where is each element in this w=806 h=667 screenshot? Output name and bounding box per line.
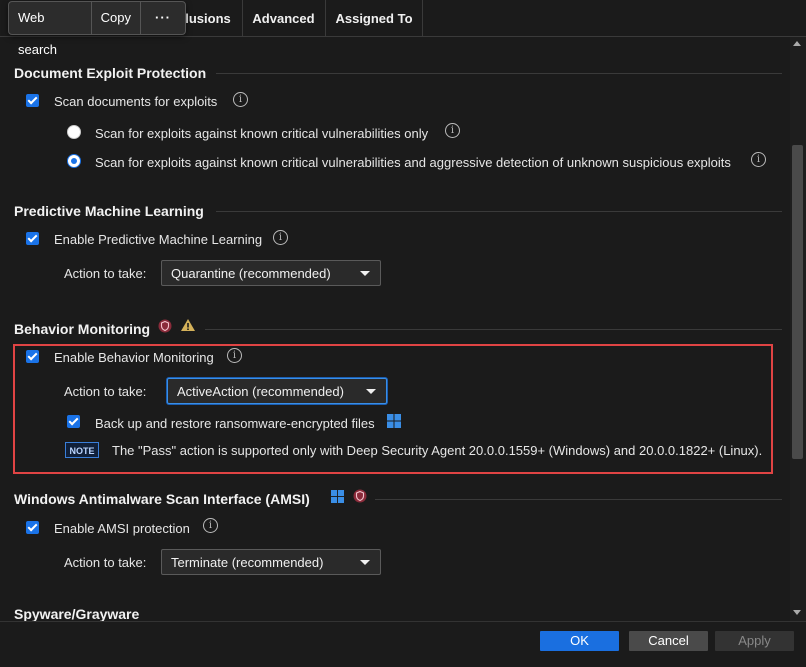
chevron-down-icon <box>360 271 370 276</box>
enable-behavior-monitoring-label: Enable Behavior Monitoring <box>54 350 214 365</box>
shield-icon <box>353 489 367 503</box>
backup-restore-checkbox[interactable] <box>67 415 80 428</box>
pml-action-value: Quarantine (recommended) <box>171 266 331 281</box>
scroll-down-arrow-icon[interactable] <box>793 610 801 615</box>
note-badge: NOTE <box>65 442 99 458</box>
info-icon[interactable]: i <box>203 518 218 533</box>
info-icon[interactable]: i <box>445 123 460 138</box>
section-divider <box>375 499 782 500</box>
scan-documents-label: Scan documents for exploits <box>54 94 218 109</box>
radio-aggressive-detection[interactable] <box>67 154 81 168</box>
section-title-behavior-monitoring: Behavior Monitoring <box>14 321 151 337</box>
amsi-action-label: Action to take: <box>64 555 147 570</box>
windows-icon <box>331 490 344 503</box>
amsi-action-value: Terminate (recommended) <box>171 555 324 570</box>
chevron-down-icon <box>366 389 376 394</box>
apply-button[interactable]: Apply <box>715 631 794 651</box>
enable-amsi-label: Enable AMSI protection <box>54 521 190 536</box>
selection-popup: Web search Copy ··· <box>8 1 186 57</box>
pml-action-select[interactable]: Quarantine (recommended) <box>161 260 381 286</box>
web-search-button[interactable]: Web search <box>9 2 92 57</box>
note-text: The "Pass" action is supported only with… <box>112 443 763 458</box>
enable-behavior-monitoring-checkbox[interactable] <box>26 350 39 363</box>
windows-icon <box>387 414 401 428</box>
scroll-up-arrow-icon[interactable] <box>793 41 801 46</box>
copy-button[interactable]: Copy <box>92 2 141 34</box>
scroll-thumb[interactable] <box>792 145 803 459</box>
more-options-button[interactable]: ··· <box>141 2 185 34</box>
behavior-action-select[interactable]: ActiveAction (recommended) <box>167 378 387 404</box>
section-divider <box>205 329 782 330</box>
section-title-document-exploit: Document Exploit Protection <box>14 65 207 81</box>
enable-pml-checkbox[interactable] <box>26 232 39 245</box>
enable-amsi-checkbox[interactable] <box>26 521 39 534</box>
shield-icon <box>158 319 172 333</box>
vertical-scrollbar[interactable] <box>790 37 806 621</box>
behavior-action-value: ActiveAction (recommended) <box>177 384 344 399</box>
spyware-section-clip: Spyware/Grayware <box>0 600 790 621</box>
scan-documents-checkbox[interactable] <box>26 94 39 107</box>
section-title-spyware: Spyware/Grayware <box>14 606 140 621</box>
dialog-footer: OK Cancel Apply <box>0 621 806 667</box>
enable-pml-label: Enable Predictive Machine Learning <box>54 232 263 247</box>
section-divider <box>216 211 782 212</box>
radio-aggressive-detection-label: Scan for exploits against known critical… <box>95 155 731 170</box>
tab-assigned-to[interactable]: Assigned To <box>325 0 423 36</box>
chevron-down-icon <box>360 560 370 565</box>
tab-advanced[interactable]: Advanced <box>242 0 326 36</box>
behavior-action-label: Action to take: <box>64 384 147 399</box>
info-icon[interactable]: i <box>227 348 242 363</box>
section-title-amsi: Windows Antimalware Scan Interface (AMSI… <box>14 491 310 507</box>
amsi-action-select[interactable]: Terminate (recommended) <box>161 549 381 575</box>
info-icon[interactable]: i <box>273 230 288 245</box>
pml-action-label: Action to take: <box>64 266 147 281</box>
radio-known-vulnerabilities-label: Scan for exploits against known critical… <box>95 126 429 141</box>
cancel-button[interactable]: Cancel <box>629 631 708 651</box>
backup-restore-label: Back up and restore ransomware-encrypted… <box>95 416 375 431</box>
section-title-predictive-ml: Predictive Machine Learning <box>14 203 204 219</box>
ok-button[interactable]: OK <box>540 631 619 651</box>
radio-known-vulnerabilities[interactable] <box>67 125 81 139</box>
info-icon[interactable]: i <box>233 92 248 107</box>
section-divider <box>216 73 782 74</box>
warning-icon <box>181 319 195 331</box>
info-icon[interactable]: i <box>751 152 766 167</box>
